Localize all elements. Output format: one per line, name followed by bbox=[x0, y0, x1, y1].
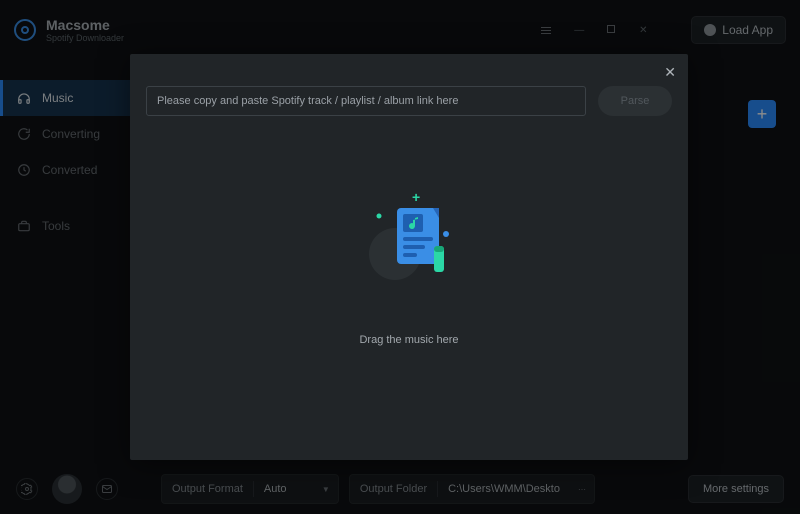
add-music-modal: ✕ Parse + Drag the music h bbox=[130, 54, 688, 460]
close-icon[interactable]: ✕ bbox=[664, 64, 676, 81]
drop-caption: Drag the music here bbox=[359, 334, 458, 346]
svg-text:+: + bbox=[412, 189, 420, 205]
drop-area[interactable]: + Drag the music here bbox=[130, 184, 688, 346]
music-document-illustration: + bbox=[349, 184, 469, 304]
parse-button[interactable]: Parse bbox=[598, 86, 672, 116]
parse-label: Parse bbox=[621, 95, 650, 107]
url-row: Parse bbox=[146, 86, 672, 116]
spotify-url-input[interactable] bbox=[146, 86, 586, 116]
